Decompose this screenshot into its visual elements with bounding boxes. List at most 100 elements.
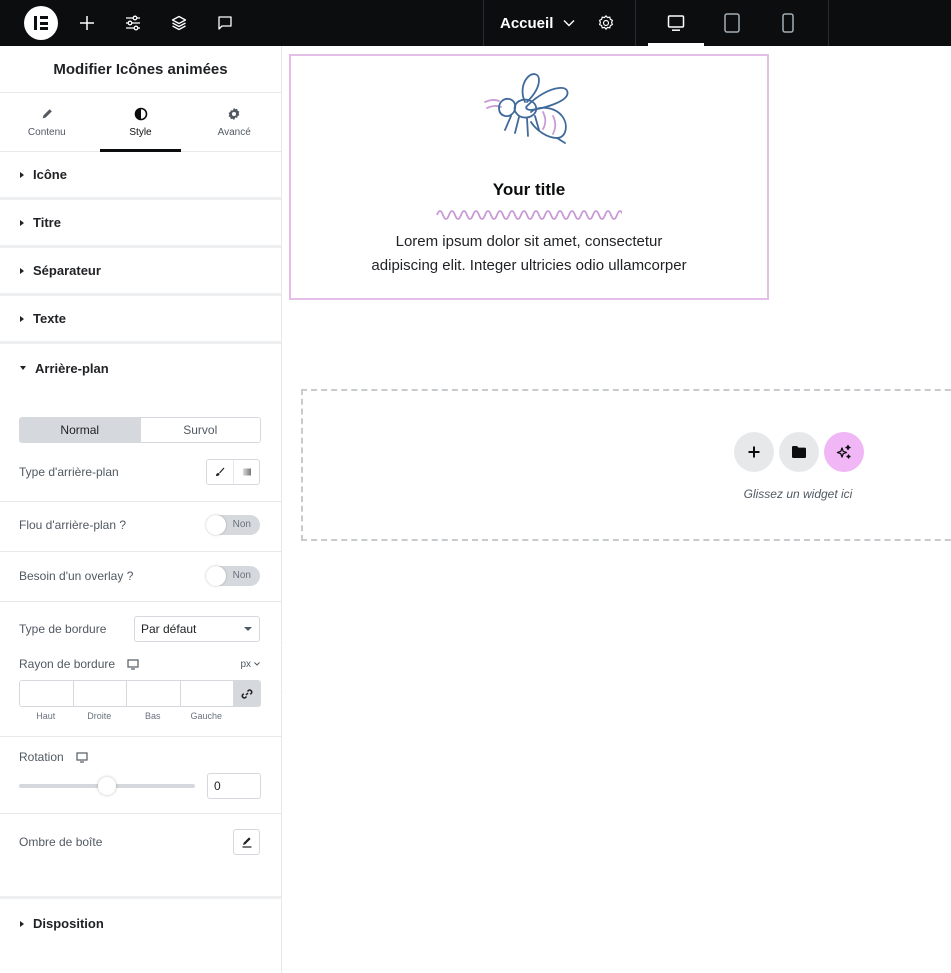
radius-right-input[interactable] <box>73 681 127 706</box>
section-icone[interactable]: Icône <box>0 152 281 200</box>
overlay-label: Besoin d'un overlay ? <box>19 569 134 583</box>
gradient-background-button[interactable] <box>233 460 259 484</box>
border-type-select[interactable]: Par défaut <box>134 616 260 642</box>
wasp-icon <box>484 73 569 144</box>
caret-right-icon <box>20 315 24 322</box>
add-section-button[interactable] <box>734 432 774 472</box>
border-radius-labels: Haut Droite Bas Gauche <box>19 711 233 721</box>
add-template-button[interactable] <box>779 432 819 472</box>
topbar-separator <box>828 0 829 46</box>
page-settings-button[interactable] <box>595 0 617 46</box>
tab-avance[interactable]: Avancé <box>187 93 281 151</box>
desktop-responsive-icon[interactable] <box>76 751 88 763</box>
classic-background-button[interactable] <box>207 460 233 484</box>
toggle-knob <box>206 515 226 535</box>
dropdown-arrow-icon <box>244 627 252 631</box>
device-mobile-button[interactable] <box>768 0 808 46</box>
section-separateur[interactable]: Séparateur <box>0 248 281 296</box>
top-bar: Accueil <box>0 0 951 46</box>
sliders-icon <box>126 15 140 31</box>
link-values-button[interactable] <box>234 681 260 706</box>
gradient-icon <box>242 468 251 476</box>
divider <box>0 551 282 552</box>
edit-box-shadow-button[interactable] <box>233 829 260 855</box>
border-type-control: Type de bordure Par défaut <box>19 616 260 642</box>
widget-description: Lorem ipsum dolor sit amet, consectetur … <box>291 230 767 278</box>
elementor-logo-button[interactable] <box>24 6 58 40</box>
mobile-icon <box>782 13 794 33</box>
structure-button[interactable] <box>168 0 190 46</box>
page-name: Accueil <box>500 14 554 32</box>
state-hover-tab[interactable]: Survol <box>139 418 260 442</box>
divider <box>0 601 282 602</box>
border-radius-inputs <box>19 680 261 707</box>
state-normal-tab[interactable]: Normal <box>20 418 140 442</box>
chevron-down-icon <box>563 20 575 27</box>
radius-bottom-input[interactable] <box>127 681 181 706</box>
overlay-toggle[interactable]: Non <box>206 566 260 586</box>
toggle-state-text: Non <box>232 519 251 530</box>
section-arriere-plan[interactable]: Arrière-plan <box>0 344 281 392</box>
background-type-control: Type d'arrière-plan <box>19 459 260 485</box>
caret-down-icon <box>20 366 26 370</box>
dropzone-hint: Glissez un widget ici <box>743 487 853 501</box>
empty-section-dropzone[interactable]: Glissez un widget ici <box>301 389 951 541</box>
device-desktop-button[interactable] <box>648 0 704 46</box>
section-titre[interactable]: Titre <box>0 200 281 248</box>
plus-icon <box>80 16 94 30</box>
caret-right-icon <box>20 171 24 178</box>
editor-panel: Modifier Icônes animées Contenu Style Av… <box>0 46 282 973</box>
caret-right-icon <box>20 219 24 226</box>
background-blur-control: Flou d'arrière-plan ? Non <box>19 515 260 535</box>
device-tablet-button[interactable] <box>712 0 752 46</box>
contrast-icon <box>134 107 147 120</box>
widget-title: Your title <box>492 180 566 199</box>
radius-top-input[interactable] <box>20 681 74 706</box>
caret-right-icon <box>20 920 24 927</box>
add-element-button[interactable] <box>76 0 98 46</box>
tab-label: Avancé <box>217 126 251 138</box>
tab-style[interactable]: Style <box>94 93 188 152</box>
rotation-input[interactable] <box>207 773 261 799</box>
plus-icon <box>748 446 760 458</box>
desktop-responsive-icon[interactable] <box>127 658 139 670</box>
animated-icon-widget[interactable]: Your title Lorem ipsum dolor sit amet, c… <box>289 54 769 300</box>
rotation-slider-handle[interactable] <box>98 777 116 795</box>
radius-right-label: Droite <box>87 711 112 721</box>
section-label: Titre <box>33 215 61 230</box>
chat-bubble-icon <box>218 16 232 30</box>
panel-title: Modifier Icônes animées <box>0 46 281 93</box>
panel-tabs: Contenu Style Avancé <box>0 93 281 152</box>
toggle-state-text: Non <box>232 570 251 581</box>
page-selector[interactable]: Accueil <box>500 0 575 46</box>
ai-assistant-button[interactable] <box>824 432 864 472</box>
section-label: Icône <box>33 167 67 182</box>
widget-description-line: adipiscing elit. Integer ultricies odio … <box>371 257 687 274</box>
layers-icon <box>171 15 187 31</box>
section-disposition[interactable]: Disposition <box>0 896 281 948</box>
tab-label: Contenu <box>27 126 66 138</box>
rotation-header: Rotation <box>19 749 260 765</box>
section-label: Séparateur <box>33 263 101 278</box>
caret-right-icon <box>20 267 24 274</box>
gear-icon <box>598 14 614 30</box>
overlay-control: Besoin d'un overlay ? Non <box>19 566 260 586</box>
site-settings-button[interactable] <box>122 0 144 46</box>
border-radius-label-group: Rayon de bordure <box>19 657 139 671</box>
unit-selector[interactable]: px <box>240 659 260 670</box>
section-label: Arrière-plan <box>35 360 109 376</box>
background-type-buttons <box>206 459 260 485</box>
notes-button[interactable] <box>214 0 236 46</box>
radius-left-input[interactable] <box>180 681 234 706</box>
chevron-down-icon <box>254 662 260 666</box>
tab-contenu[interactable]: Contenu <box>0 93 94 151</box>
background-blur-toggle[interactable]: Non <box>206 515 260 535</box>
pencil-icon <box>242 837 251 848</box>
border-radius-header: Rayon de bordure px <box>19 656 260 672</box>
section-texte[interactable]: Texte <box>0 296 281 344</box>
wavy-separator <box>436 210 622 220</box>
topbar-separator <box>483 0 484 46</box>
box-shadow-control: Ombre de boîte <box>19 829 260 855</box>
box-shadow-label: Ombre de boîte <box>19 835 103 849</box>
widget-description-line: Lorem ipsum dolor sit amet, consectetur <box>395 233 663 250</box>
